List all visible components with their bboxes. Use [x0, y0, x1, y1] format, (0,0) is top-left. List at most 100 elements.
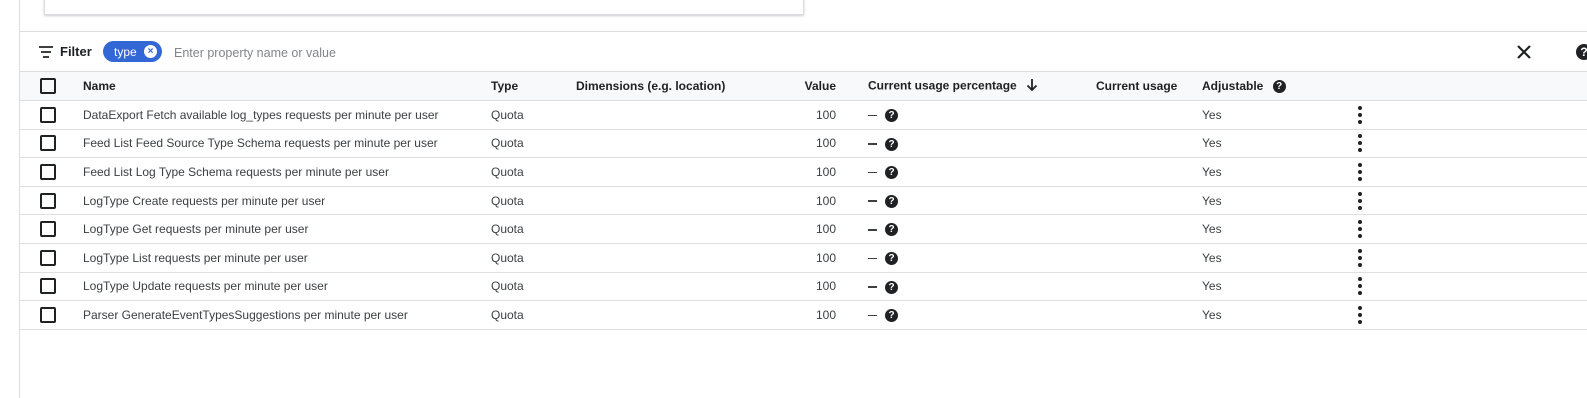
quota-current-usage: [1096, 272, 1202, 301]
help-icon[interactable]: ?: [885, 166, 898, 180]
filter-input[interactable]: [172, 41, 676, 65]
quota-usage-percentage: ?: [868, 158, 1096, 187]
quota-name[interactable]: LogType List requests per minute per use…: [83, 243, 491, 272]
filter-label: Filter: [60, 44, 92, 59]
quota-current-usage: [1096, 243, 1202, 272]
quota-adjustable: Yes: [1202, 164, 1222, 179]
quota-usage-percentage: ?: [868, 243, 1096, 272]
empty-dash: [868, 229, 877, 231]
quota-value: 100: [815, 222, 836, 237]
top-card: [44, 0, 804, 15]
column-header-current-usage[interactable]: Current usage: [1096, 72, 1202, 101]
quota-usage-percentage: ?: [868, 186, 1096, 215]
quota-adjustable: Yes: [1202, 279, 1222, 294]
quota-value: 100: [815, 193, 836, 208]
table-row: LogType Update requests per minute per u…: [20, 272, 1587, 301]
column-header-adjustable[interactable]: Adjustable ?: [1202, 72, 1352, 101]
quota-value: 100: [815, 164, 836, 179]
help-icon[interactable]: ?: [885, 223, 898, 237]
row-checkbox[interactable]: [40, 278, 56, 295]
more-vert-icon[interactable]: [1358, 220, 1362, 239]
quota-name[interactable]: DataExport Fetch available log_types req…: [83, 101, 491, 130]
empty-dash: [868, 286, 877, 288]
help-icon[interactable]: ?: [885, 309, 898, 323]
column-header-name[interactable]: Name: [83, 72, 491, 101]
filter-bar: Filter type × ?: [20, 31, 1587, 72]
column-header-value[interactable]: Value: [776, 72, 836, 101]
row-checkbox[interactable]: [40, 249, 56, 266]
quota-usage-percentage: ?: [868, 215, 1096, 244]
column-header-adjustable-label: Adjustable: [1202, 78, 1264, 93]
help-icon[interactable]: ?: [1576, 44, 1587, 60]
table-row: LogType Get requests per minute per user…: [20, 215, 1587, 244]
arrow-downward-icon[interactable]: [1026, 78, 1038, 95]
quota-dimensions: [576, 101, 776, 130]
quota-name[interactable]: LogType Update requests per minute per u…: [83, 272, 491, 301]
quota-usage-percentage: ?: [868, 272, 1096, 301]
quota-current-usage: [1096, 101, 1202, 130]
more-vert-icon[interactable]: [1358, 191, 1362, 210]
filter-chip-type[interactable]: type ×: [103, 41, 162, 62]
quota-value: 100: [815, 279, 836, 294]
quota-dimensions: [576, 243, 776, 272]
row-checkbox[interactable]: [40, 221, 56, 238]
quota-current-usage: [1096, 215, 1202, 244]
quota-dimensions: [576, 301, 776, 330]
more-vert-icon[interactable]: [1358, 105, 1362, 124]
row-checkbox[interactable]: [40, 192, 56, 209]
quota-type: Quota: [491, 307, 524, 322]
close-icon[interactable]: [1514, 42, 1534, 62]
row-checkbox[interactable]: [40, 306, 56, 323]
column-header-current-usage-percentage-label: Current usage percentage: [868, 78, 1017, 93]
quota-name[interactable]: Parser GenerateEventTypesSuggestions per…: [83, 301, 491, 330]
quota-table: Name Type Dimensions (e.g. location) Val…: [20, 71, 1587, 330]
row-checkbox[interactable]: [40, 106, 56, 123]
row-checkbox[interactable]: [40, 135, 56, 152]
empty-dash: [868, 314, 877, 317]
table-row: Feed List Feed Source Type Schema reques…: [20, 129, 1587, 158]
help-icon[interactable]: ?: [885, 108, 898, 122]
more-vert-icon[interactable]: [1358, 162, 1362, 181]
column-header-type[interactable]: Type: [491, 72, 576, 101]
quota-adjustable: Yes: [1202, 193, 1222, 208]
table-header-row: Name Type Dimensions (e.g. location) Val…: [20, 71, 1587, 101]
quota-dimensions: [576, 272, 776, 301]
filter-chip-label: type: [114, 44, 137, 59]
quota-name[interactable]: Feed List Feed Source Type Schema reques…: [83, 129, 491, 158]
help-icon[interactable]: ?: [1272, 80, 1286, 94]
quota-usage-percentage: ?: [868, 301, 1096, 330]
more-vert-icon[interactable]: [1358, 248, 1362, 267]
quota-adjustable: Yes: [1202, 222, 1222, 237]
quota-type: Quota: [491, 222, 524, 237]
more-vert-icon[interactable]: [1358, 277, 1362, 296]
help-icon[interactable]: ?: [885, 280, 898, 294]
left-panel-border: [0, 0, 20, 398]
quota-usage-percentage: ?: [868, 101, 1096, 130]
help-icon[interactable]: ?: [885, 137, 898, 151]
more-vert-icon[interactable]: [1358, 305, 1362, 324]
quota-current-usage: [1096, 301, 1202, 330]
select-all-checkbox[interactable]: [40, 78, 56, 94]
table-row: Parser GenerateEventTypesSuggestions per…: [20, 301, 1587, 330]
quota-type: Quota: [491, 164, 524, 179]
help-icon[interactable]: ?: [885, 194, 898, 208]
quota-dimensions: [576, 186, 776, 215]
quota-adjustable: Yes: [1202, 307, 1222, 322]
quota-type: Quota: [491, 107, 524, 122]
empty-dash: [868, 200, 877, 202]
filter-list-icon[interactable]: [39, 45, 55, 59]
quota-type: Quota: [491, 136, 524, 151]
empty-dash: [868, 143, 877, 145]
empty-dash: [868, 171, 877, 174]
quota-name[interactable]: LogType Get requests per minute per user: [83, 215, 491, 244]
row-checkbox[interactable]: [40, 163, 56, 180]
column-header-dimensions[interactable]: Dimensions (e.g. location): [576, 72, 776, 101]
quota-current-usage: [1096, 158, 1202, 187]
quota-name[interactable]: Feed List Log Type Schema requests per m…: [83, 158, 491, 187]
column-header-current-usage-percentage[interactable]: Current usage percentage: [868, 72, 1096, 101]
more-vert-icon[interactable]: [1358, 134, 1362, 153]
quota-name[interactable]: LogType Create requests per minute per u…: [83, 186, 491, 215]
cancel-icon[interactable]: ×: [144, 45, 157, 58]
quota-value: 100: [815, 250, 836, 265]
help-icon[interactable]: ?: [885, 251, 898, 265]
